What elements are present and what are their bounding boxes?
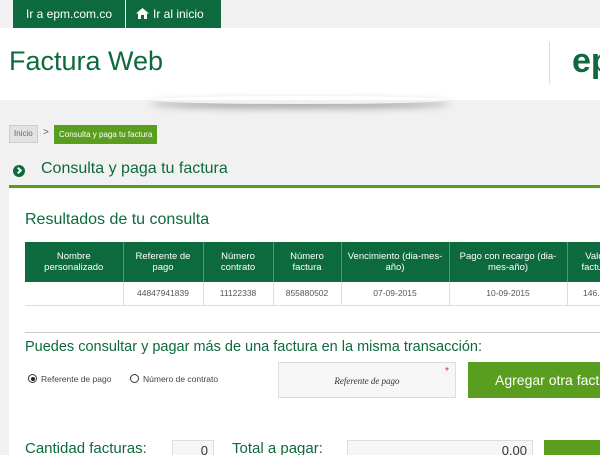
section-divider bbox=[9, 185, 600, 188]
col-recargo: Pago con recargo (dia-mes-año) bbox=[449, 242, 568, 282]
breadcrumb-home[interactable]: Inicio bbox=[9, 125, 38, 143]
breadcrumb-current: Consulta y paga tu factura bbox=[54, 125, 158, 144]
radio-referente[interactable]: Referente de pago bbox=[28, 374, 111, 384]
radio-contrato[interactable]: Número de contrato bbox=[130, 374, 218, 384]
table-row[interactable]: 44847941839 11122338 855880502 07-09-201… bbox=[25, 282, 600, 306]
cell-factura: 855880502 bbox=[273, 282, 342, 306]
referente-input[interactable]: Referente de pago bbox=[278, 362, 456, 398]
total-label: Total a pagar: bbox=[232, 440, 323, 455]
radio-referente-label: Referente de pago bbox=[41, 374, 112, 384]
divider bbox=[25, 332, 600, 333]
col-valor: Valor factura bbox=[567, 242, 600, 282]
col-factura: Número factura bbox=[273, 242, 342, 282]
epm-link[interactable]: Ir a epm.com.co bbox=[13, 0, 125, 28]
cell-contrato: 11122338 bbox=[203, 282, 274, 306]
section-title: Consulta y paga tu factura bbox=[41, 160, 228, 177]
page-title: Factura Web bbox=[9, 46, 164, 76]
cell-nombre bbox=[25, 282, 124, 306]
cell-recargo: 10-09-2015 bbox=[449, 282, 568, 306]
site-header: Factura Web ep bbox=[0, 28, 600, 100]
multi-invoice-title: Puedes consultar y pagar más de una fact… bbox=[25, 339, 482, 355]
qty-label: Cantidad facturas: bbox=[25, 440, 147, 455]
col-nombre: Nombre personalizado bbox=[25, 242, 124, 282]
cell-referente: 44847941839 bbox=[123, 282, 204, 306]
qty-field: 0 bbox=[172, 440, 214, 455]
home-link[interactable]: Ir al inicio bbox=[126, 0, 221, 28]
home-link-label: Ir al inicio bbox=[153, 7, 204, 21]
total-field: 0,00 bbox=[347, 440, 533, 455]
breadcrumb-separator: > bbox=[43, 127, 49, 138]
col-contrato: Número contrato bbox=[203, 242, 274, 282]
results-title: Resultados de tu consulta bbox=[25, 211, 210, 228]
table-header-row: Nombre personalizado Referente de pago N… bbox=[25, 242, 600, 282]
radio-contrato-indicator[interactable] bbox=[130, 374, 139, 383]
radio-referente-indicator[interactable] bbox=[28, 374, 37, 383]
epm-logo[interactable]: ep bbox=[572, 42, 600, 81]
home-icon bbox=[136, 8, 149, 19]
cell-valor: 146.33 bbox=[567, 282, 600, 306]
radio-contrato-label: Número de contrato bbox=[143, 374, 219, 384]
cell-vencimiento: 07-09-2015 bbox=[341, 282, 450, 306]
chevron-circle-icon bbox=[13, 165, 25, 177]
col-referente: Referente de pago bbox=[123, 242, 204, 282]
top-bar: Ir a epm.com.co Ir al inicio bbox=[0, 0, 600, 28]
pay-button[interactable] bbox=[544, 440, 600, 455]
required-mark: * bbox=[445, 366, 449, 377]
header-shadow bbox=[150, 96, 450, 104]
results-table: Nombre personalizado Referente de pago N… bbox=[25, 242, 600, 306]
col-vencimiento: Vencimiento (dia-mes-año) bbox=[341, 242, 450, 282]
add-invoice-button[interactable]: Agregar otra factura bbox=[468, 362, 600, 398]
header-divider bbox=[549, 42, 550, 84]
